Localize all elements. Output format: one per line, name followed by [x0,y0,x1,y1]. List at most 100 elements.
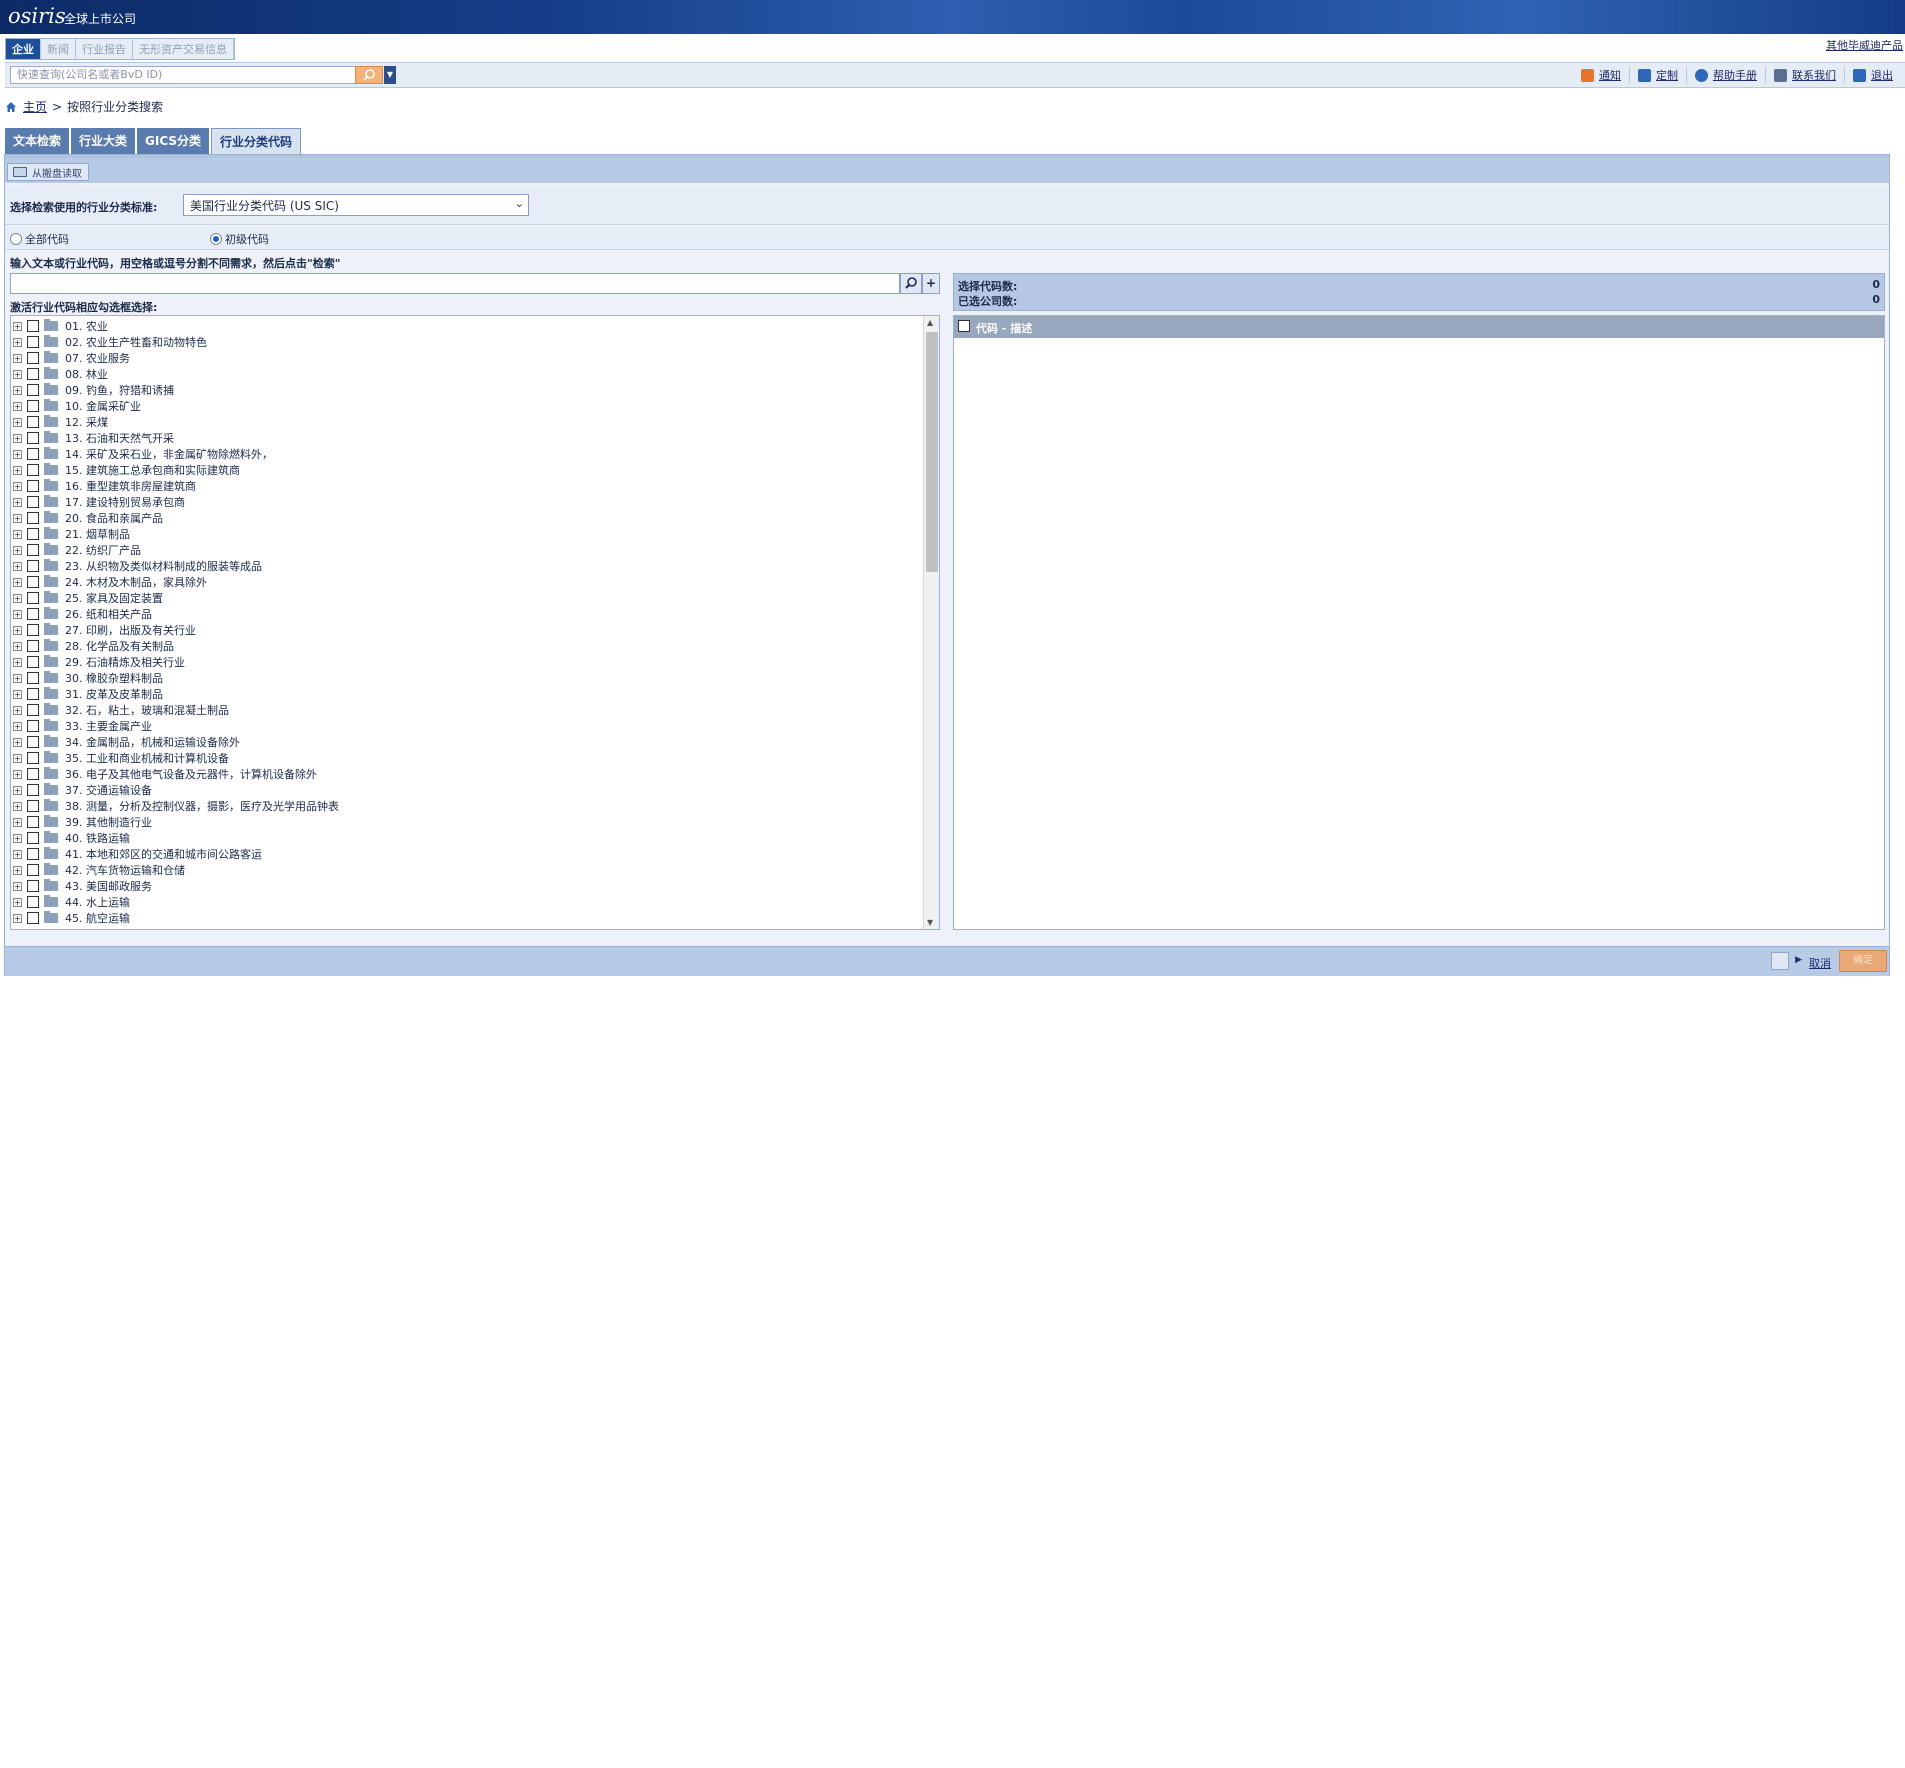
expand-icon[interactable]: + [13,625,22,635]
tree-item[interactable]: +39. 其他制造行业 [11,814,152,830]
load-from-library-button[interactable]: 从搬盘读取 [7,163,89,181]
tree-item-checkbox[interactable] [27,336,39,348]
expand-icon[interactable]: + [13,385,22,395]
other-products-link[interactable]: 其他毕威迪产品 [1826,37,1903,53]
tree-item-checkbox[interactable] [27,880,39,892]
tree-item[interactable]: +22. 纺织厂产品 [11,542,141,558]
tree-item-checkbox[interactable] [27,384,39,396]
tree-item[interactable]: +23. 从织物及类似材料制成的服装等成品 [11,558,262,574]
add-code-button[interactable]: + [922,273,940,294]
tree-item[interactable]: +17. 建设特别贸易承包商 [11,494,185,510]
tree-item[interactable]: +33. 主要金属产业 [11,718,152,734]
tree-item[interactable]: +44. 水上运输 [11,894,130,910]
tree-item-checkbox[interactable] [27,912,39,924]
tree-item-checkbox[interactable] [27,736,39,748]
expand-icon[interactable]: + [13,401,22,411]
expand-icon[interactable]: + [13,481,22,491]
tree-item[interactable]: +37. 交通运输设备 [11,782,152,798]
tree-item[interactable]: +29. 石油精炼及相关行业 [11,654,185,670]
tree-item[interactable]: +32. 石，粘土，玻璃和混凝土制品 [11,702,229,718]
expand-icon[interactable]: + [13,705,22,715]
tree-item-checkbox[interactable] [27,656,39,668]
contact-link[interactable]: 联系我们 [1765,67,1844,83]
tree-item-checkbox[interactable] [27,576,39,588]
tree-item-checkbox[interactable] [27,896,39,908]
tree-item[interactable]: +20. 食品和亲属产品 [11,510,163,526]
tab-gics[interactable]: GICS分类 [137,128,210,154]
expand-icon[interactable]: + [13,417,22,427]
logout-link[interactable]: 退出 [1844,67,1901,83]
tree-item-checkbox[interactable] [27,480,39,492]
tree-item-checkbox[interactable] [27,320,39,332]
tree-item-checkbox[interactable] [27,672,39,684]
tree-item-checkbox[interactable] [27,608,39,620]
expand-icon[interactable]: + [13,881,22,891]
expand-icon[interactable]: + [13,897,22,907]
tree-item-checkbox[interactable] [27,768,39,780]
tab-text-search[interactable]: 文本检索 [5,128,70,154]
tree-item-checkbox[interactable] [27,720,39,732]
expand-icon[interactable]: + [13,593,22,603]
expand-icon[interactable]: + [13,737,22,747]
tree-item-checkbox[interactable] [27,864,39,876]
tab-industry-major[interactable]: 行业大类 [71,128,136,154]
expand-icon[interactable]: + [13,769,22,779]
tree-item-checkbox[interactable] [27,816,39,828]
tree-item[interactable]: +10. 金属采矿业 [11,398,141,414]
tree-item[interactable]: +43. 美国邮政服务 [11,878,152,894]
tree-item[interactable]: +35. 工业和商业机械和计算机设备 [11,750,229,766]
expand-icon[interactable]: + [13,449,22,459]
expand-icon[interactable]: + [13,545,22,555]
tree-item[interactable]: +45. 航空运输 [11,910,130,926]
scroll-down-icon[interactable]: ▼ [927,918,933,927]
expand-icon[interactable]: + [13,433,22,443]
expand-icon[interactable]: + [13,369,22,379]
tree-item[interactable]: +24. 木材及木制品，家具除外 [11,574,207,590]
search-button[interactable] [355,66,383,84]
tree-item-checkbox[interactable] [27,528,39,540]
tree-item[interactable]: +01. 农业 [11,318,108,334]
tree-item[interactable]: +12. 采煤 [11,414,108,430]
tree-item[interactable]: +26. 纸和相关产品 [11,606,152,622]
tree-item[interactable]: +34. 金属制品，机械和运输设备除外 [11,734,240,750]
expand-icon[interactable]: + [13,465,22,475]
code-search-button[interactable] [900,273,922,294]
tab-news[interactable]: 新闻 [41,39,76,59]
expand-icon[interactable]: + [13,865,22,875]
breadcrumb-home[interactable]: 主页 [23,98,47,115]
expand-icon[interactable]: + [13,561,22,571]
chevron-down-icon[interactable]: ▼ [384,66,396,84]
expand-icon[interactable]: + [13,833,22,843]
tree-item-checkbox[interactable] [27,832,39,844]
radio-primary-codes[interactable]: 初级代码 [210,231,269,247]
tree-item[interactable]: +41. 本地和郊区的交通和城市间公路客运 [11,846,262,862]
tree-item[interactable]: +38. 测量，分析及控制仪器，摄影，医疗及光学用品钟表 [11,798,339,814]
tree-item[interactable]: +09. 钓鱼，狩猎和诱捕 [11,382,174,398]
tree-item[interactable]: +07. 农业服务 [11,350,130,366]
tree-item-checkbox[interactable] [27,848,39,860]
tree-item[interactable]: +28. 化学品及有关制品 [11,638,174,654]
expand-icon[interactable]: + [13,513,22,523]
quick-search-input[interactable]: 快速查询(公司名或者BvD ID) [10,66,360,84]
expand-icon[interactable]: + [13,321,22,331]
tree-item-checkbox[interactable] [27,400,39,412]
standard-select[interactable]: 美国行业分类代码 (US SIC) ⌄ [183,194,529,216]
expand-icon[interactable]: + [13,337,22,347]
expand-icon[interactable]: + [13,689,22,699]
tree-item-checkbox[interactable] [27,624,39,636]
tree-item-checkbox[interactable] [27,640,39,652]
expand-icon[interactable]: + [13,721,22,731]
tree-item[interactable]: +13. 石油和天然气开采 [11,430,174,446]
tree-item-checkbox[interactable] [27,560,39,572]
tab-company[interactable]: 企业 [6,39,41,59]
tree-item-checkbox[interactable] [27,512,39,524]
home-icon[interactable] [5,101,17,113]
notify-link[interactable]: 通知 [1573,67,1629,83]
tree-item-checkbox[interactable] [27,448,39,460]
expand-icon[interactable]: + [13,641,22,651]
tree-item-checkbox[interactable] [27,352,39,364]
select-all-checkbox[interactable] [958,320,970,332]
radio-all-codes[interactable]: 全部代码 [10,231,69,247]
tree-item[interactable]: +15. 建筑施工总承包商和实际建筑商 [11,462,240,478]
tree-item[interactable]: +14. 采矿及采石业，非金属矿物除燃料外， [11,446,273,462]
